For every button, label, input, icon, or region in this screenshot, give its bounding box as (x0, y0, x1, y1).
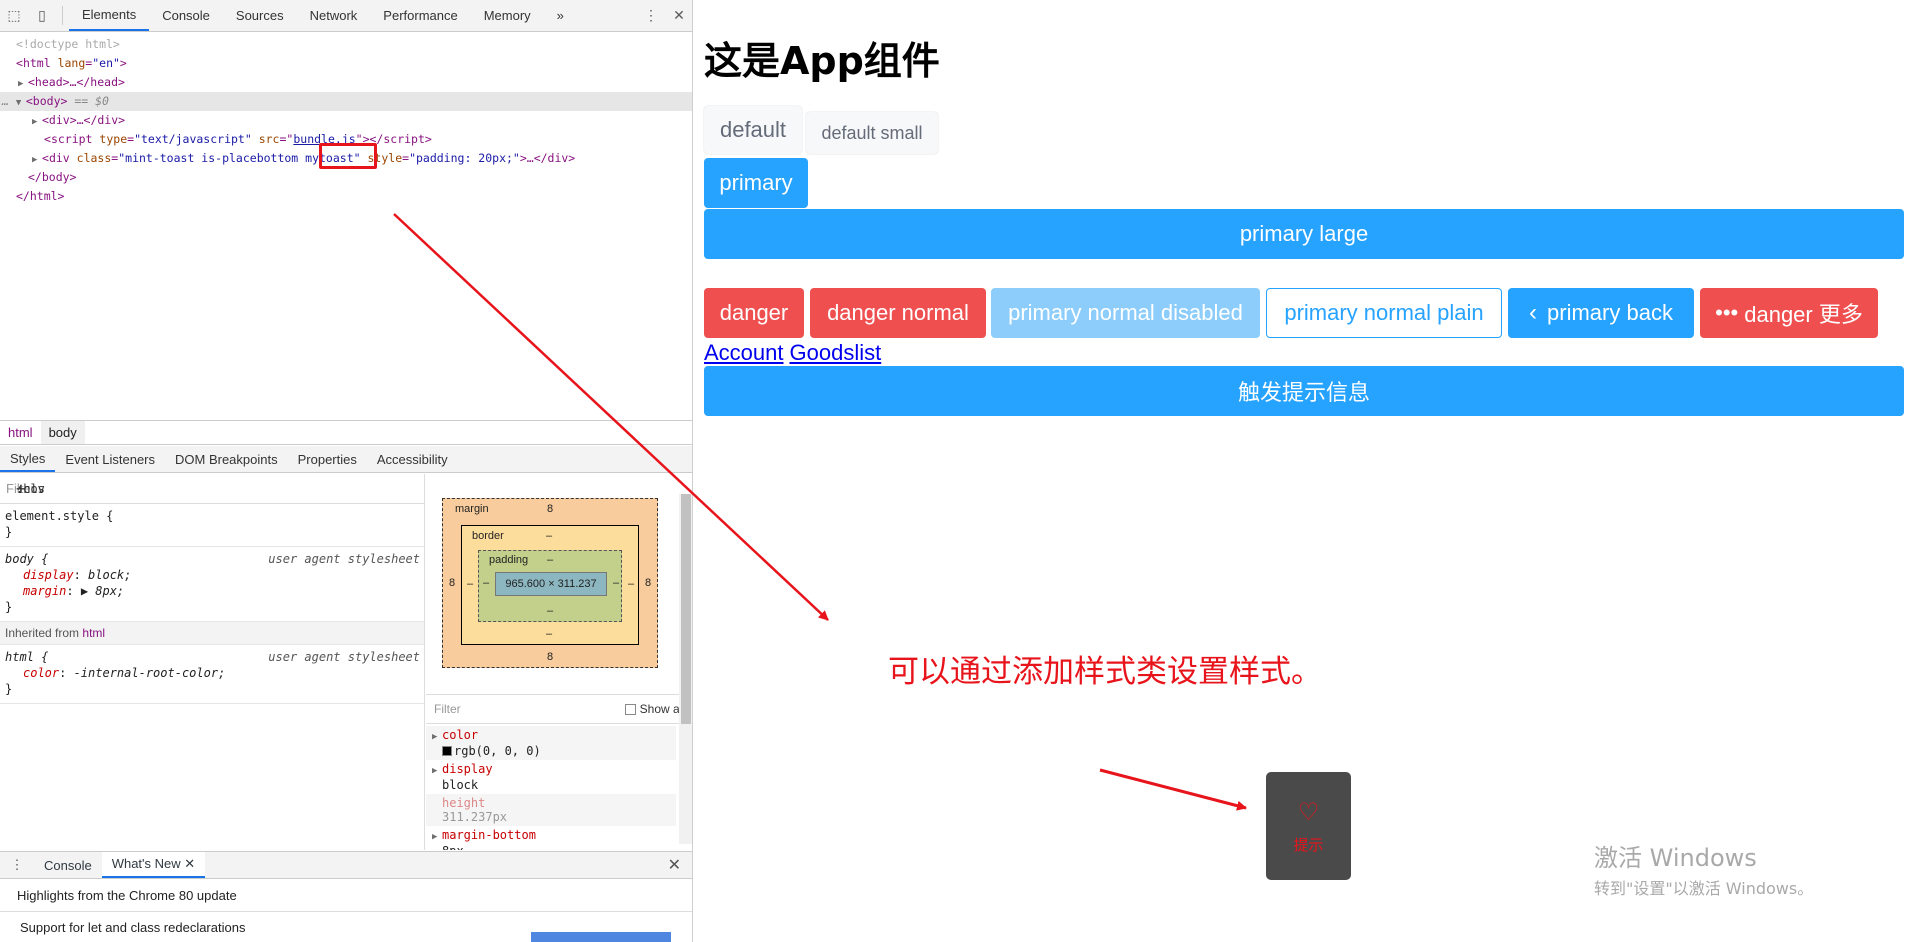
box-model-border: border – – – – padding – – – – 965.600 ×… (461, 525, 639, 645)
rule-source: user agent stylesheet (268, 650, 420, 664)
styles-filter-input[interactable]: Filter (6, 481, 418, 496)
dom-body-selected[interactable]: … ▼ <body> == $0 (0, 92, 692, 111)
close-drawer-icon[interactable]: ✕ (668, 855, 692, 875)
dom-html-open[interactable]: <html lang="en"> (0, 54, 692, 73)
primary-disabled-button: primary normal disabled (991, 288, 1260, 338)
drawer-menu-icon[interactable]: ⋮ (0, 857, 34, 873)
danger-button[interactable]: danger (704, 288, 804, 338)
dom-body-close[interactable]: </body> (0, 168, 692, 187)
rule-html: user agent stylesheet html { color: -int… (0, 645, 424, 704)
danger-more-button[interactable]: ••• danger 更多 (1700, 288, 1878, 338)
breadcrumb: html body (0, 420, 692, 445)
toolbar-divider (62, 6, 63, 25)
goodslist-link[interactable]: Goodslist (790, 340, 882, 365)
annotation-text: 可以通过添加样式类设置样式。 (888, 654, 1322, 690)
computed-item[interactable]: ▶ display block (426, 760, 676, 794)
show-all-toggle[interactable]: Show all (624, 702, 685, 716)
close-devtools-icon[interactable]: ✕ (665, 0, 692, 31)
tab-properties[interactable]: Properties (288, 446, 367, 472)
page-title: 这是App组件 (704, 39, 940, 83)
computed-pane: margin 8 8 8 8 border – – – – padding – … (426, 474, 692, 850)
computed-item[interactable]: ▶margin-bottom8px (426, 826, 676, 850)
dom-doctype[interactable]: <!doctype html> (0, 35, 692, 54)
tab-network[interactable]: Network (297, 0, 371, 31)
tab-memory[interactable]: Memory (471, 0, 544, 31)
rule-element-style: element.style { } (0, 504, 424, 547)
dom-html-close[interactable]: </html> (0, 187, 692, 206)
box-model-diagram: margin 8 8 8 8 border – – – – padding – … (442, 498, 658, 668)
dom-head[interactable]: ▶ <head>…</head> (0, 73, 692, 92)
more-tabs-icon[interactable]: » (544, 0, 577, 31)
whats-new-body: Highlights from the Chrome 80 update Sup… (0, 880, 692, 942)
computed-item[interactable]: height 311.237px (426, 794, 676, 826)
styles-filter-row: Filter :hov .cls + (0, 474, 424, 504)
rule-body: user agent stylesheet body { display: bl… (0, 547, 424, 622)
computed-filter-input[interactable]: Filter (434, 702, 461, 716)
drawer-tab-console[interactable]: Console (34, 852, 102, 878)
dom-tree: <!doctype html> <html lang="en"> ▶ <head>… (0, 35, 692, 206)
whats-new-highlight: Highlights from the Chrome 80 update (0, 880, 692, 912)
inherited-header: Inherited from html (0, 622, 424, 645)
device-toolbar-icon[interactable]: ▯ (28, 0, 56, 31)
chevron-left-icon: ‹ (1529, 299, 1538, 326)
styles-subtabs: Styles Event Listeners DOM Breakpoints P… (0, 446, 692, 473)
inspect-element-icon[interactable]: ⬚ (0, 0, 28, 31)
more-dots-icon: ••• (1715, 300, 1739, 325)
box-model-content[interactable]: 965.600 × 311.237 (495, 572, 607, 596)
default-button[interactable]: default (704, 106, 802, 154)
primary-back-button[interactable]: ‹ primary back (1508, 288, 1694, 338)
crumb-body[interactable]: body (40, 421, 85, 444)
app-page: 这是App组件 default default small primary pr… (694, 0, 1920, 942)
computed-list: ▶ color rgb(0, 0, 0) ▶ display block height 3… (426, 726, 676, 850)
tab-event-listeners[interactable]: Event Listeners (55, 446, 165, 472)
computed-filter-row: Filter Show all (426, 694, 692, 724)
box-model-padding: padding – – – – 965.600 × 311.237 (478, 550, 622, 622)
rule-source: user agent stylesheet (268, 552, 420, 566)
devtools-panel: ⬚ ▯ Elements Console Sources Network Per… (0, 0, 693, 942)
toast-text: 提示 (1293, 836, 1324, 854)
highlight-box (319, 143, 377, 169)
primary-large-button[interactable]: primary large (704, 209, 1904, 259)
whats-new-thumbnail (531, 932, 671, 942)
tab-dom-breakpoints[interactable]: DOM Breakpoints (165, 446, 288, 472)
router-links: Account Goodslist (704, 340, 887, 366)
new-rule-icon[interactable]: + (16, 479, 26, 498)
scrollbar[interactable] (679, 494, 692, 844)
drawer-tab-whats-new[interactable]: What's New ✕ (101, 852, 206, 878)
scrollbar-thumb[interactable] (681, 494, 691, 724)
color-swatch-icon[interactable] (442, 746, 452, 756)
kebab-menu-icon[interactable]: ⋮ (637, 0, 665, 31)
trigger-toast-button[interactable]: 触发提示信息 (704, 366, 1904, 416)
primary-plain-button[interactable]: primary normal plain (1266, 288, 1502, 338)
crumb-html[interactable]: html (0, 421, 41, 444)
tab-sources[interactable]: Sources (223, 0, 297, 31)
default-small-button[interactable]: default small (806, 112, 938, 154)
computed-item[interactable]: ▶ color rgb(0, 0, 0) (426, 726, 676, 760)
heart-outline-icon: ♡ (1297, 798, 1320, 826)
tab-console[interactable]: Console (149, 0, 223, 31)
danger-normal-button[interactable]: danger normal (810, 288, 986, 338)
windows-activation-watermark: 激活 Windows 转到"设置"以激活 Windows。 (1594, 844, 1814, 898)
checkbox-icon[interactable] (624, 703, 636, 715)
devtools-toolbar: ⬚ ▯ Elements Console Sources Network Per… (0, 0, 692, 32)
account-link[interactable]: Account (704, 340, 784, 365)
tab-performance[interactable]: Performance (370, 0, 470, 31)
primary-button[interactable]: primary (704, 158, 808, 208)
drawer-tabs: ⋮ Console What's New ✕ ✕ (0, 851, 692, 879)
dom-div[interactable]: ▶ <div>…</div> (0, 111, 692, 130)
toast-message: ♡ 提示 (1266, 772, 1351, 880)
tab-accessibility[interactable]: Accessibility (367, 446, 458, 472)
tab-styles[interactable]: Styles (0, 446, 56, 472)
tab-elements[interactable]: Elements (69, 0, 150, 31)
styles-pane: Filter :hov .cls + element.style { } use… (0, 474, 425, 850)
